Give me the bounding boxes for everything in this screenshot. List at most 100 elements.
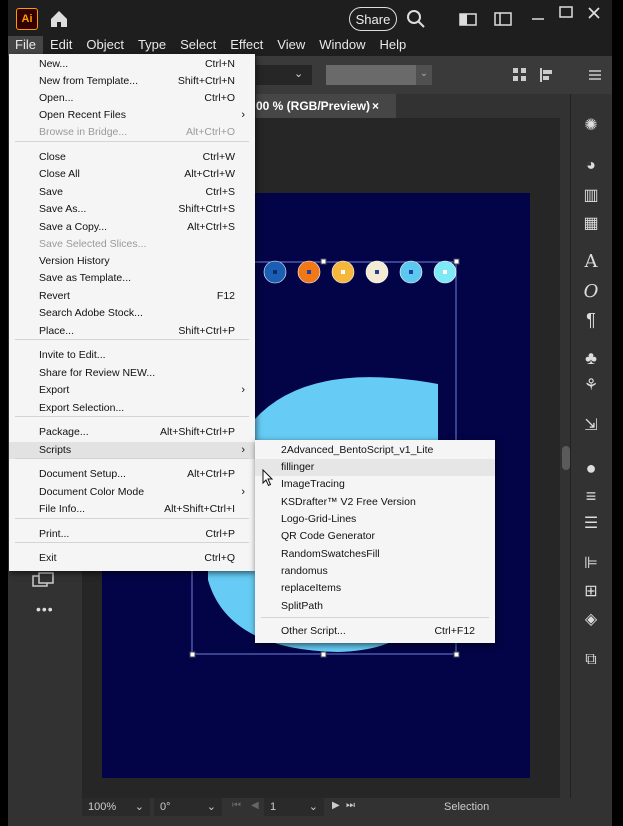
artboards-icon[interactable]: ⧉ [581,650,601,670]
scripts-menu-item[interactable]: Logo-Grid-Lines [255,511,495,528]
minimize-icon[interactable] [528,9,548,29]
file-menu-item[interactable]: Print... Ctrl+P [9,526,255,543]
panel-menu-icon[interactable] [588,68,602,82]
align-icon[interactable] [539,67,557,83]
zoom-dropdown[interactable]: 100% ⌄ [82,798,150,816]
file-menu-item[interactable]: Version History [9,253,255,270]
control-bar: ⌄ ⌄ [256,56,612,94]
scripts-menu-item[interactable]: QR Code Generator [255,528,495,545]
menu-bar: File Edit Object Type Select Effect View… [8,36,612,56]
file-menu-item[interactable]: Exit Ctrl+Q [9,550,255,567]
menu-item-shortcut: Ctrl+P [205,528,235,540]
previous-artboard-icon[interactable]: ◀ [251,800,259,811]
export-icon[interactable]: ⇲ [581,416,601,436]
share-button[interactable]: Share [349,7,397,31]
paragraph-icon[interactable]: ¶ [581,310,601,330]
swatches-icon[interactable]: ▦ [581,214,601,234]
maximize-icon[interactable] [556,3,576,23]
glyphs-icon[interactable]: O [581,282,601,302]
file-menu-item[interactable]: Close Ctrl+W [9,149,255,166]
menu-item-label: New... [39,58,69,70]
file-menu-item[interactable]: New from Template... Shift+Ctrl+N [9,73,255,90]
appearance-icon[interactable]: ● [581,458,601,478]
close-window-icon[interactable] [584,3,604,23]
file-menu-item[interactable]: Export Selection... [9,400,255,417]
arrange-documents-icon[interactable] [493,9,513,29]
color-palette-icon[interactable]: ◕ [581,156,601,176]
properties-icon[interactable]: ☰ [581,514,601,534]
file-menu-item[interactable]: Export › [9,382,255,399]
file-menu-item[interactable]: File Info... Alt+Shift+Ctrl+I [9,501,255,518]
more-tools-icon[interactable]: ••• [36,601,54,617]
last-artboard-icon[interactable]: ⏭ [346,800,355,811]
stroke-icon[interactable]: ≡ [581,486,601,506]
file-menu-item[interactable]: Save Ctrl+S [9,184,255,201]
menu-view[interactable]: View [270,36,312,56]
close-tab-icon[interactable]: × [372,94,379,118]
menu-item-shortcut: Shift+Ctrl+N [177,75,235,87]
file-menu-item[interactable]: New... Ctrl+N [9,56,255,73]
menu-file[interactable]: File [8,36,43,56]
opacity-field[interactable] [326,65,416,85]
puppet-warp-icon[interactable]: ⚘ [581,376,601,396]
file-menu-item[interactable]: Open Recent Files › [9,107,255,124]
document-tab[interactable]: 00 % (RGB/Preview) × [256,94,396,118]
scrollbar-thumb[interactable] [562,446,570,470]
menu-select[interactable]: Select [173,36,223,56]
file-menu-item[interactable]: Save As... Shift+Ctrl+S [9,201,255,218]
align-panel-icon[interactable]: ⊫ [581,554,601,574]
scripts-menu-item[interactable]: fillinger [255,459,495,476]
menu-object[interactable]: Object [79,36,131,56]
file-menu-item[interactable]: Save a Copy... Alt+Ctrl+S [9,219,255,236]
scripts-menu-item[interactable]: replaceItems [255,580,495,597]
file-menu-item[interactable]: Scripts › [9,442,255,459]
scripts-menu-item[interactable]: SplitPath [255,598,495,615]
file-menu-item[interactable]: Document Setup... Alt+Ctrl+P [9,466,255,483]
menu-help[interactable]: Help [372,36,413,56]
grid-align-icon[interactable] [512,67,528,83]
scripts-menu-item[interactable]: RandomSwatchesFill [255,546,495,563]
home-icon[interactable] [48,8,70,30]
menu-item-shortcut: Shift+Ctrl+S [178,203,235,215]
file-menu-item[interactable]: Invite to Edit... [9,347,255,364]
menu-item-label: Open... [39,92,74,104]
scripts-menu-item[interactable]: KSDrafter™ V2 Free Version [255,494,495,511]
transform-icon[interactable]: ⊞ [581,582,601,602]
scripts-menu-item[interactable]: ImageTracing [255,476,495,493]
menu-effect[interactable]: Effect [223,36,270,56]
scripts-menu-item[interactable]: randomus [255,563,495,580]
control-dropdown[interactable] [256,65,312,85]
file-menu-item[interactable]: Revert F12 [9,288,255,305]
character-icon[interactable]: A [581,252,601,272]
menu-type[interactable]: Type [131,36,173,56]
first-artboard-icon[interactable]: ⏮ [232,800,241,811]
file-menu-item[interactable]: Search Adobe Stock... [9,305,255,322]
file-menu-item[interactable]: Place... Shift+Ctrl+P [9,323,255,340]
layers-icon[interactable]: ◈ [581,610,601,630]
menu-window[interactable]: Window [312,36,372,56]
rotation-dropdown[interactable]: 0° ⌄ [154,798,222,816]
file-menu-item[interactable]: Close All Alt+Ctrl+W [9,166,255,183]
menu-edit[interactable]: Edit [43,36,79,56]
menu-item-label: Browse in Bridge... [39,126,128,138]
file-menu-item[interactable]: Package... Alt+Shift+Ctrl+P [9,424,255,441]
scripts-menu-item[interactable]: Other Script... Ctrl+F12 [255,623,495,640]
screen-mode-icon[interactable] [32,572,54,588]
scripts-menu-item[interactable]: 2Advanced_BentoScript_v1_Lite [255,442,495,459]
workspace-icon[interactable] [458,9,478,29]
search-icon[interactable] [406,9,426,29]
artboard-dropdown[interactable]: 1 ⌄ [264,798,324,816]
chevron-down-icon[interactable]: ⌄ [416,65,432,85]
file-menu-item[interactable]: Share for Review NEW... [9,365,255,382]
file-menu-item[interactable]: Save as Template... [9,270,255,287]
menu-item-shortcut: Ctrl+O [204,92,235,104]
file-menu-item[interactable]: Document Color Mode › [9,484,255,501]
file-menu-item[interactable]: Open... Ctrl+O [9,90,255,107]
menu-item-label: Save Selected Slices... [39,238,147,250]
gradient-icon[interactable]: ▥ [581,186,601,206]
symbols-icon[interactable]: ♣ [581,348,601,368]
menu-item-shortcut: Ctrl+N [204,58,235,70]
next-artboard-icon[interactable]: ▶ [332,800,340,811]
sun-icon[interactable]: ✺ [581,116,601,136]
menu-item-label: Scripts [39,444,72,456]
